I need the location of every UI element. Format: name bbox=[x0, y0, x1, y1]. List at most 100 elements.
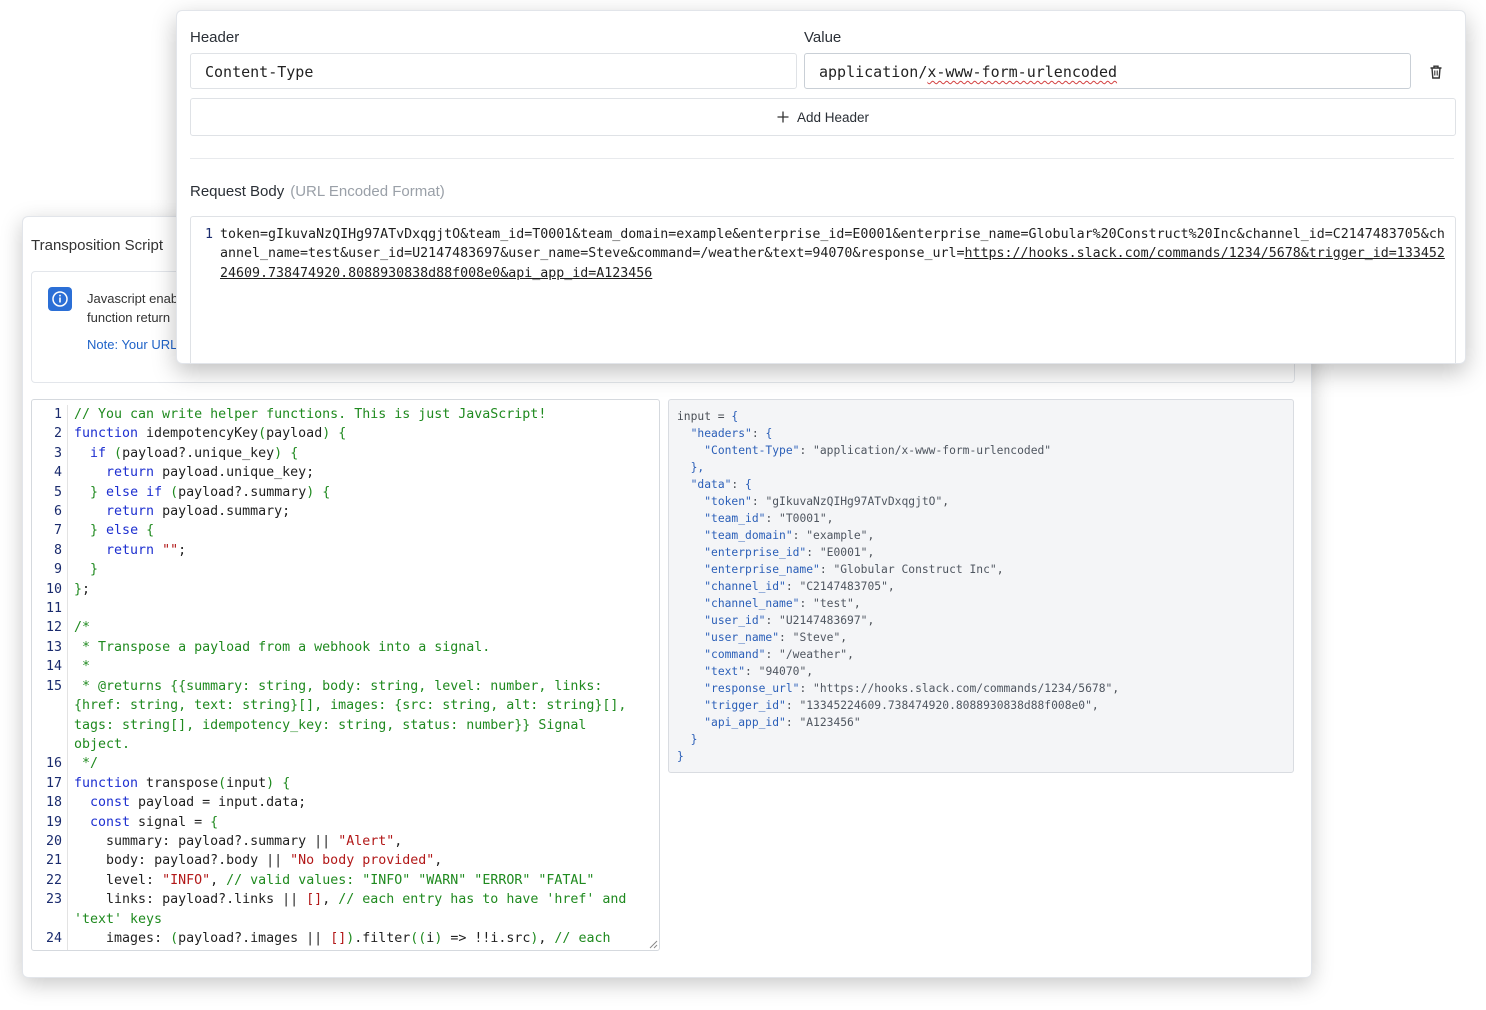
plus-icon bbox=[777, 111, 789, 123]
line-number: 22 bbox=[45, 872, 62, 888]
code-text: /* bbox=[68, 618, 644, 637]
code-token: { bbox=[290, 445, 299, 461]
preview-token: "application/x-www-form-urlencoded" bbox=[813, 444, 1052, 457]
code-line: 21 body: payload?.body || "No body provi… bbox=[32, 851, 659, 871]
script-code-editor[interactable]: 1 // You can write helper functions. This… bbox=[31, 399, 660, 951]
trash-icon[interactable] bbox=[1428, 64, 1444, 80]
preview-token: : bbox=[779, 631, 793, 644]
info-note-link[interactable]: Note: Your URL- bbox=[87, 337, 182, 352]
code-token: .filter bbox=[354, 930, 411, 946]
code-token: signal = bbox=[130, 814, 211, 830]
preview-token: } bbox=[677, 750, 684, 763]
preview-token: , bbox=[887, 580, 895, 593]
code-token: ( bbox=[218, 775, 227, 791]
code-text: images: (payload?.images || []).filter((… bbox=[68, 929, 644, 950]
line-number: 1 bbox=[53, 407, 62, 422]
info-text-line: Javascript enab bbox=[87, 291, 179, 306]
preview-token: , bbox=[826, 512, 834, 525]
preview-token: : bbox=[799, 682, 814, 695]
preview-token: : bbox=[731, 478, 746, 491]
line-number: 15 bbox=[45, 678, 62, 694]
preview-token: "response_url" bbox=[704, 682, 800, 695]
header-value-prefix: application/ bbox=[819, 63, 928, 81]
code-line: 14 * bbox=[32, 657, 659, 677]
preview-token bbox=[677, 444, 704, 457]
code-token: if bbox=[146, 484, 163, 500]
code-token: idempotencyKey bbox=[138, 426, 259, 442]
preview-token bbox=[677, 631, 704, 644]
code-token: } bbox=[90, 484, 99, 500]
code-token: return bbox=[106, 465, 155, 481]
preview-token: : bbox=[785, 716, 800, 729]
preview-token bbox=[677, 716, 704, 729]
preview-token bbox=[677, 563, 704, 576]
code-token: ) bbox=[274, 445, 283, 461]
preview-token: : bbox=[819, 563, 834, 576]
code-token: * Transpose a payload from a webhook int… bbox=[74, 639, 491, 655]
code-token: else bbox=[106, 484, 139, 500]
code-token: [] bbox=[330, 930, 347, 946]
code-token: function bbox=[74, 426, 139, 442]
preview-token: "13345224609.738474920.8088930838d88f008… bbox=[799, 699, 1092, 712]
code-token: "No body provided" bbox=[290, 853, 435, 869]
preview-token: "E0001" bbox=[819, 546, 868, 559]
preview-line: "user_name": "Steve", bbox=[677, 629, 1119, 646]
preview-line: "channel_id": "C2147483705", bbox=[677, 578, 1119, 595]
code-token: => !!i.src bbox=[442, 930, 531, 946]
code-token: } bbox=[90, 562, 99, 578]
header-name-input[interactable]: Content-Type bbox=[190, 53, 797, 89]
code-token: return bbox=[106, 542, 155, 558]
preview-token: { bbox=[765, 427, 773, 440]
code-line: 11 bbox=[32, 599, 659, 619]
preview-token: "text" bbox=[704, 665, 746, 678]
code-text: // You can write helper functions. This … bbox=[68, 405, 644, 424]
preview-token: "Steve" bbox=[792, 631, 841, 644]
code-line: 22 level: "INFO", // valid values: "INFO… bbox=[32, 870, 659, 891]
code-token: images: bbox=[74, 930, 171, 946]
code-token: // You can write helper functions. This … bbox=[74, 407, 547, 422]
add-header-button[interactable]: Add Header bbox=[190, 98, 1456, 136]
code-token: payload?.summary bbox=[178, 484, 307, 500]
code-token: , bbox=[538, 930, 555, 946]
preview-token: , bbox=[867, 546, 875, 559]
preview-token: : bbox=[765, 648, 780, 661]
header-value-input[interactable]: application/x-www-form-urlencoded bbox=[804, 53, 1411, 89]
line-number: 6 bbox=[53, 504, 62, 520]
code-text: * @returns {{summary: string, body: stri… bbox=[68, 677, 644, 755]
line-number: 13 bbox=[45, 639, 62, 655]
preview-token: "trigger_id" bbox=[704, 699, 786, 712]
code-token: , bbox=[210, 872, 227, 888]
code-token: ( bbox=[114, 445, 123, 461]
code-token: "INFO" bbox=[162, 872, 211, 888]
code-line: 9 } bbox=[32, 560, 659, 580]
code-line: 2 function idempotencyKey(payload) { bbox=[32, 424, 659, 444]
preview-token: "user_id" bbox=[704, 614, 766, 627]
resize-handle-icon[interactable] bbox=[648, 939, 658, 949]
preview-token: "Content-Type" bbox=[704, 444, 800, 457]
preview-token: "enterprise_id" bbox=[704, 546, 807, 559]
preview-token: , bbox=[1091, 699, 1099, 712]
code-token: return bbox=[106, 504, 155, 520]
request-body-editor[interactable]: 1 token=gIkuvaNzQIHg97ATvDxqgjtO&team_id… bbox=[190, 216, 1456, 363]
code-token: payload.summary; bbox=[154, 504, 291, 520]
code-token: } bbox=[74, 581, 83, 597]
preview-token: "enterprise_name" bbox=[704, 563, 820, 576]
preview-token: "command" bbox=[704, 648, 766, 661]
code-line: 8 return ""; bbox=[32, 540, 659, 561]
preview-token: , bbox=[867, 614, 875, 627]
code-token: else bbox=[106, 523, 139, 539]
code-token: const bbox=[90, 795, 131, 811]
preview-token: "test" bbox=[813, 597, 854, 610]
code-text: */ bbox=[68, 754, 644, 773]
code-token: [] bbox=[306, 892, 323, 908]
preview-token: "channel_id" bbox=[704, 580, 786, 593]
code-token: function bbox=[74, 775, 139, 791]
request-config-card: Header Value Content-Type application/x-… bbox=[176, 10, 1466, 364]
code-token: payload?.unique_key bbox=[122, 445, 275, 461]
